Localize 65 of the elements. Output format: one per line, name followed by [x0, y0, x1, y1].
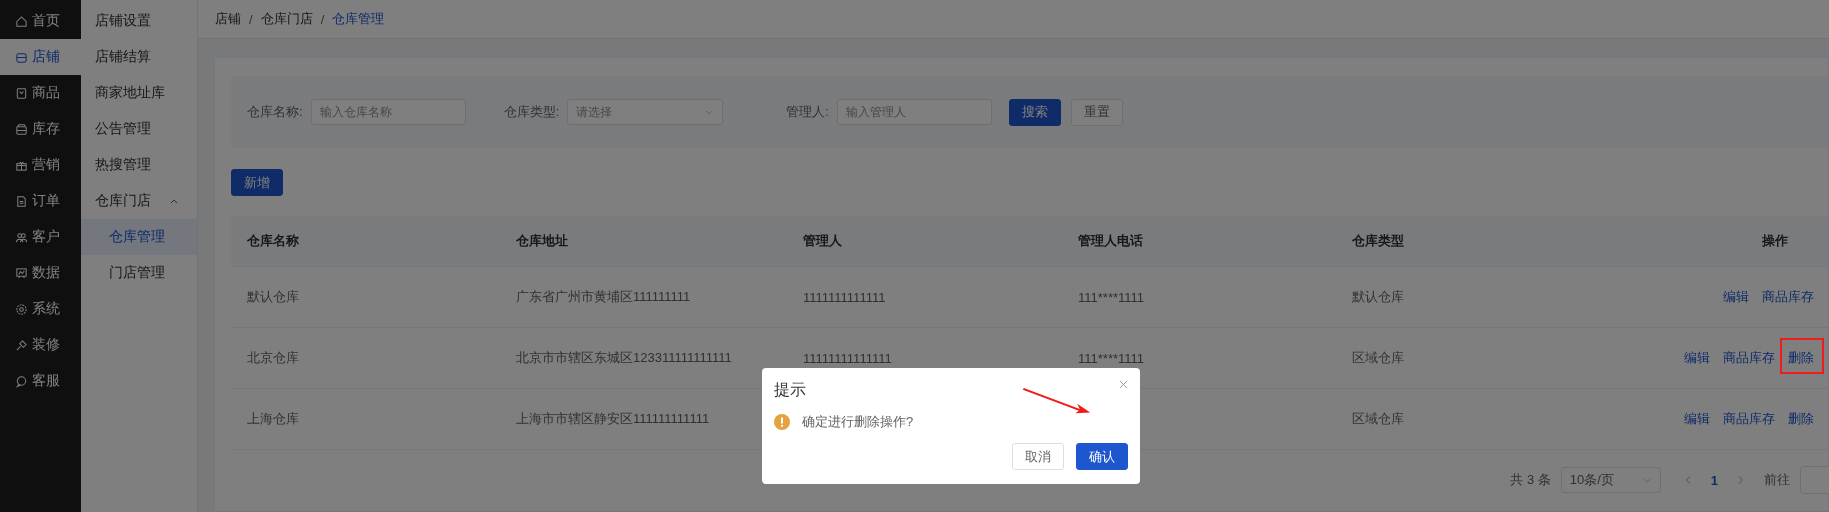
sidebar-item[interactable]: 库存 — [0, 111, 81, 147]
submenu-item[interactable]: 仓库管理 — [81, 219, 197, 255]
sidebar-item[interactable]: 营销 — [0, 147, 81, 183]
sidebar-item[interactable]: 首页 — [0, 3, 81, 39]
submenu-group[interactable]: 仓库门店 — [81, 183, 197, 219]
search-button[interactable]: 搜索 — [1008, 98, 1061, 126]
action-link[interactable]: 删除 — [1788, 349, 1814, 367]
table-cell: 区域仓库 — [1352, 411, 1404, 426]
table-cell: 111****1111 — [1078, 289, 1145, 305]
breadcrumb-item[interactable]: 店铺 — [215, 10, 241, 28]
action-link[interactable]: 编辑 — [1723, 288, 1749, 306]
filter-label: 仓库类型: — [503, 103, 560, 121]
table-cell: 上海市市辖区静安区111111111111 — [516, 411, 710, 426]
column-header: 仓库地址 — [516, 232, 569, 250]
sidebar-item[interactable]: 客户 — [0, 219, 81, 255]
column-header: 管理人 — [803, 232, 843, 250]
sidebar-item[interactable]: 系统 — [0, 291, 81, 327]
column-header: 仓库名称 — [247, 232, 300, 250]
add-button[interactable]: 新增 — [231, 169, 283, 196]
action-link[interactable]: 删除 — [1788, 410, 1814, 428]
table-cell: 区域仓库 — [1352, 350, 1404, 365]
table-cell: 上海仓库 — [247, 411, 299, 426]
table-cell: 11111111111111 — [803, 350, 892, 366]
page-size-select[interactable]: 10条/页 — [1560, 467, 1661, 493]
goto-label: 前往 — [1764, 471, 1790, 489]
column-header: 操作 — [1761, 232, 1789, 250]
breadcrumb-item[interactable]: 仓库管理 — [332, 10, 385, 28]
table-cell: 默认仓库 — [247, 289, 299, 304]
submenu-item[interactable]: 门店管理 — [81, 255, 197, 291]
sidebar-item[interactable]: 订单 — [0, 183, 81, 219]
dialog-message: 确定进行删除操作? — [802, 413, 914, 431]
action-link[interactable]: 商品库存 — [1723, 349, 1775, 367]
sidebar-item[interactable]: 客服 — [0, 363, 81, 399]
breadcrumb-separator: / — [320, 11, 325, 27]
submenu-item[interactable]: 商家地址库 — [81, 75, 197, 111]
sidebar-item[interactable]: 店铺 — [0, 39, 81, 75]
breadcrumb-item[interactable]: 仓库门店 — [260, 10, 313, 28]
column-header: 管理人电话 — [1078, 232, 1144, 250]
action-link[interactable]: 编辑 — [1684, 410, 1710, 428]
breadcrumb-separator: / — [249, 11, 253, 27]
action-link[interactable]: 编辑 — [1684, 349, 1710, 367]
submenu-item[interactable]: 公告管理 — [81, 111, 197, 147]
table-cell: 111****1111 — [1078, 350, 1145, 366]
submenu-item[interactable]: 店铺设置 — [81, 3, 197, 39]
table-cell: 广东省广州市黄埔区111111111 — [516, 289, 691, 304]
total-count: 共 3 条 — [1510, 471, 1551, 489]
table-cell: 北京市市辖区东城区123311111111111 — [516, 350, 732, 365]
action-link[interactable]: 商品库存 — [1762, 288, 1814, 306]
page-number[interactable]: 1 — [1704, 472, 1724, 488]
submenu-item[interactable]: 热搜管理 — [81, 147, 197, 183]
filter-label: 管理人: — [786, 103, 829, 121]
cancel-button[interactable]: 取消 — [1012, 443, 1064, 470]
table-cell: 北京仓库 — [247, 350, 299, 365]
confirm-button[interactable]: 确认 — [1076, 443, 1128, 470]
sidebar-item[interactable]: 商品 — [0, 75, 81, 111]
table-cell: 1111111111111 — [803, 289, 886, 305]
filter-label: 仓库名称: — [247, 103, 303, 121]
table-cell: 默认仓库 — [1352, 289, 1404, 304]
dialog-title: 提示 — [774, 380, 806, 400]
sidebar-item[interactable]: 数据 — [0, 255, 81, 291]
reset-button[interactable]: 重置 — [1070, 98, 1123, 126]
column-header: 仓库类型 — [1352, 232, 1405, 250]
sidebar-item[interactable]: 装修 — [0, 327, 81, 363]
submenu-item[interactable]: 店铺结算 — [81, 39, 197, 75]
action-link[interactable]: 商品库存 — [1723, 410, 1775, 428]
